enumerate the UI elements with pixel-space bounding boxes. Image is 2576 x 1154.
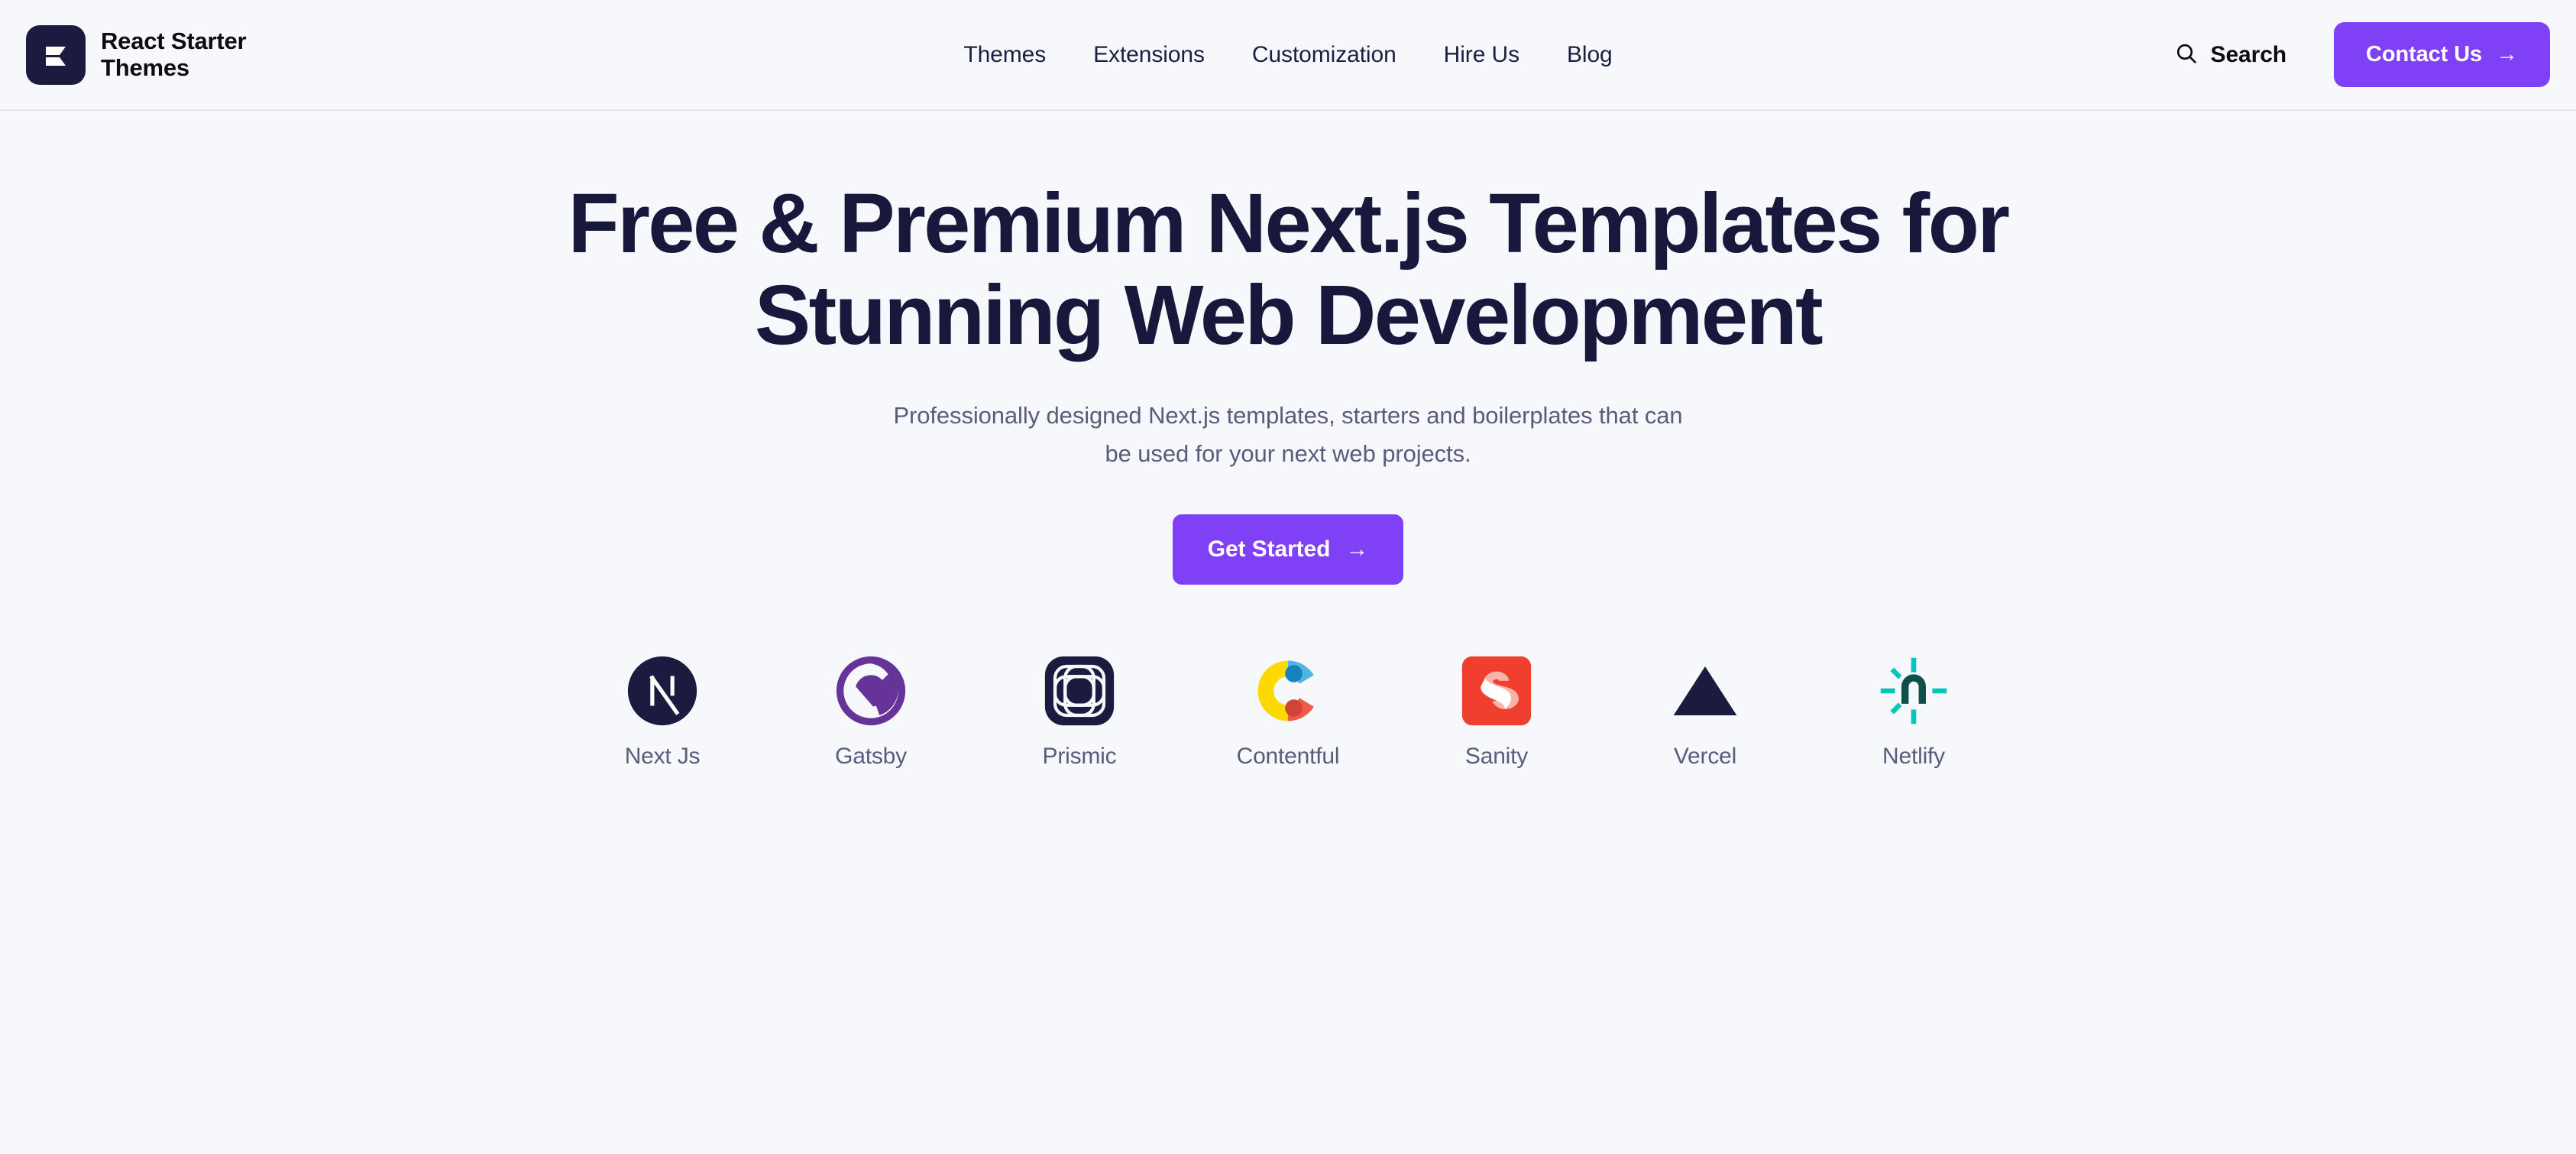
- tech-label: Vercel: [1673, 744, 1737, 770]
- header-actions: Search Contact Us →: [2174, 22, 2550, 87]
- tech-label: Next Js: [624, 744, 701, 770]
- tech-item-nextjs[interactable]: Next Js: [594, 655, 731, 770]
- nav-item-hire-us[interactable]: Hire Us: [1444, 42, 1519, 68]
- tech-label: Prismic: [1042, 744, 1117, 770]
- prismic-icon: [1044, 655, 1115, 727]
- vercel-icon: [1669, 655, 1741, 727]
- hero-cta-wrapper: Get Started →: [1172, 514, 1404, 585]
- search-button[interactable]: Search: [2174, 41, 2286, 68]
- tech-label: Sanity: [1464, 744, 1529, 770]
- nav-item-blog[interactable]: Blog: [1567, 42, 1613, 68]
- tech-item-prismic[interactable]: Prismic: [1011, 655, 1148, 770]
- tech-label: Netlify: [1882, 744, 1945, 770]
- tech-stack-row: Next Js Gatsby Prismic Contentful Sanity…: [594, 655, 1982, 770]
- tech-item-gatsby[interactable]: Gatsby: [802, 655, 940, 770]
- tech-item-contentful[interactable]: Contentful: [1219, 655, 1357, 770]
- contentful-icon: [1252, 655, 1324, 727]
- primary-nav: Themes Extensions Customization Hire Us …: [963, 42, 1612, 68]
- tech-label: Gatsby: [835, 744, 907, 770]
- sanity-icon: [1461, 655, 1532, 727]
- site-header: React Starter Themes Themes Extensions C…: [0, 0, 2576, 111]
- tech-item-netlify[interactable]: Netlify: [1845, 655, 1982, 770]
- get-started-button[interactable]: Get Started →: [1172, 514, 1404, 585]
- contact-us-button[interactable]: Contact Us →: [2334, 22, 2550, 87]
- hero-headline: Free & Premium Next.js Templates for Stu…: [568, 177, 2010, 362]
- tech-item-vercel[interactable]: Vercel: [1636, 655, 1774, 770]
- nav-item-themes[interactable]: Themes: [963, 42, 1046, 68]
- arrow-right-icon: →: [1345, 536, 1369, 562]
- brand-name: React Starter Themes: [101, 27, 247, 81]
- nav-item-customization[interactable]: Customization: [1252, 42, 1396, 68]
- search-icon: [2174, 41, 2199, 68]
- netlify-icon: [1878, 655, 1950, 727]
- tech-item-sanity[interactable]: Sanity: [1428, 655, 1565, 770]
- contact-us-label: Contact Us: [2366, 42, 2483, 66]
- hero-section: Free & Premium Next.js Templates for Stu…: [0, 111, 2576, 770]
- arrow-right-icon: →: [2496, 42, 2518, 66]
- hero-subtitle: Professionally designed Next.js template…: [893, 401, 1683, 467]
- nav-item-extensions[interactable]: Extensions: [1093, 42, 1205, 68]
- tech-label: Contentful: [1236, 744, 1340, 770]
- get-started-label: Get Started: [1207, 536, 1331, 562]
- nextjs-icon: [626, 655, 698, 727]
- gatsby-icon: [835, 655, 907, 727]
- brand-logo-link[interactable]: React Starter Themes: [26, 24, 247, 85]
- search-label: Search: [2210, 41, 2287, 67]
- react-starter-themes-logo-icon: [26, 24, 86, 85]
